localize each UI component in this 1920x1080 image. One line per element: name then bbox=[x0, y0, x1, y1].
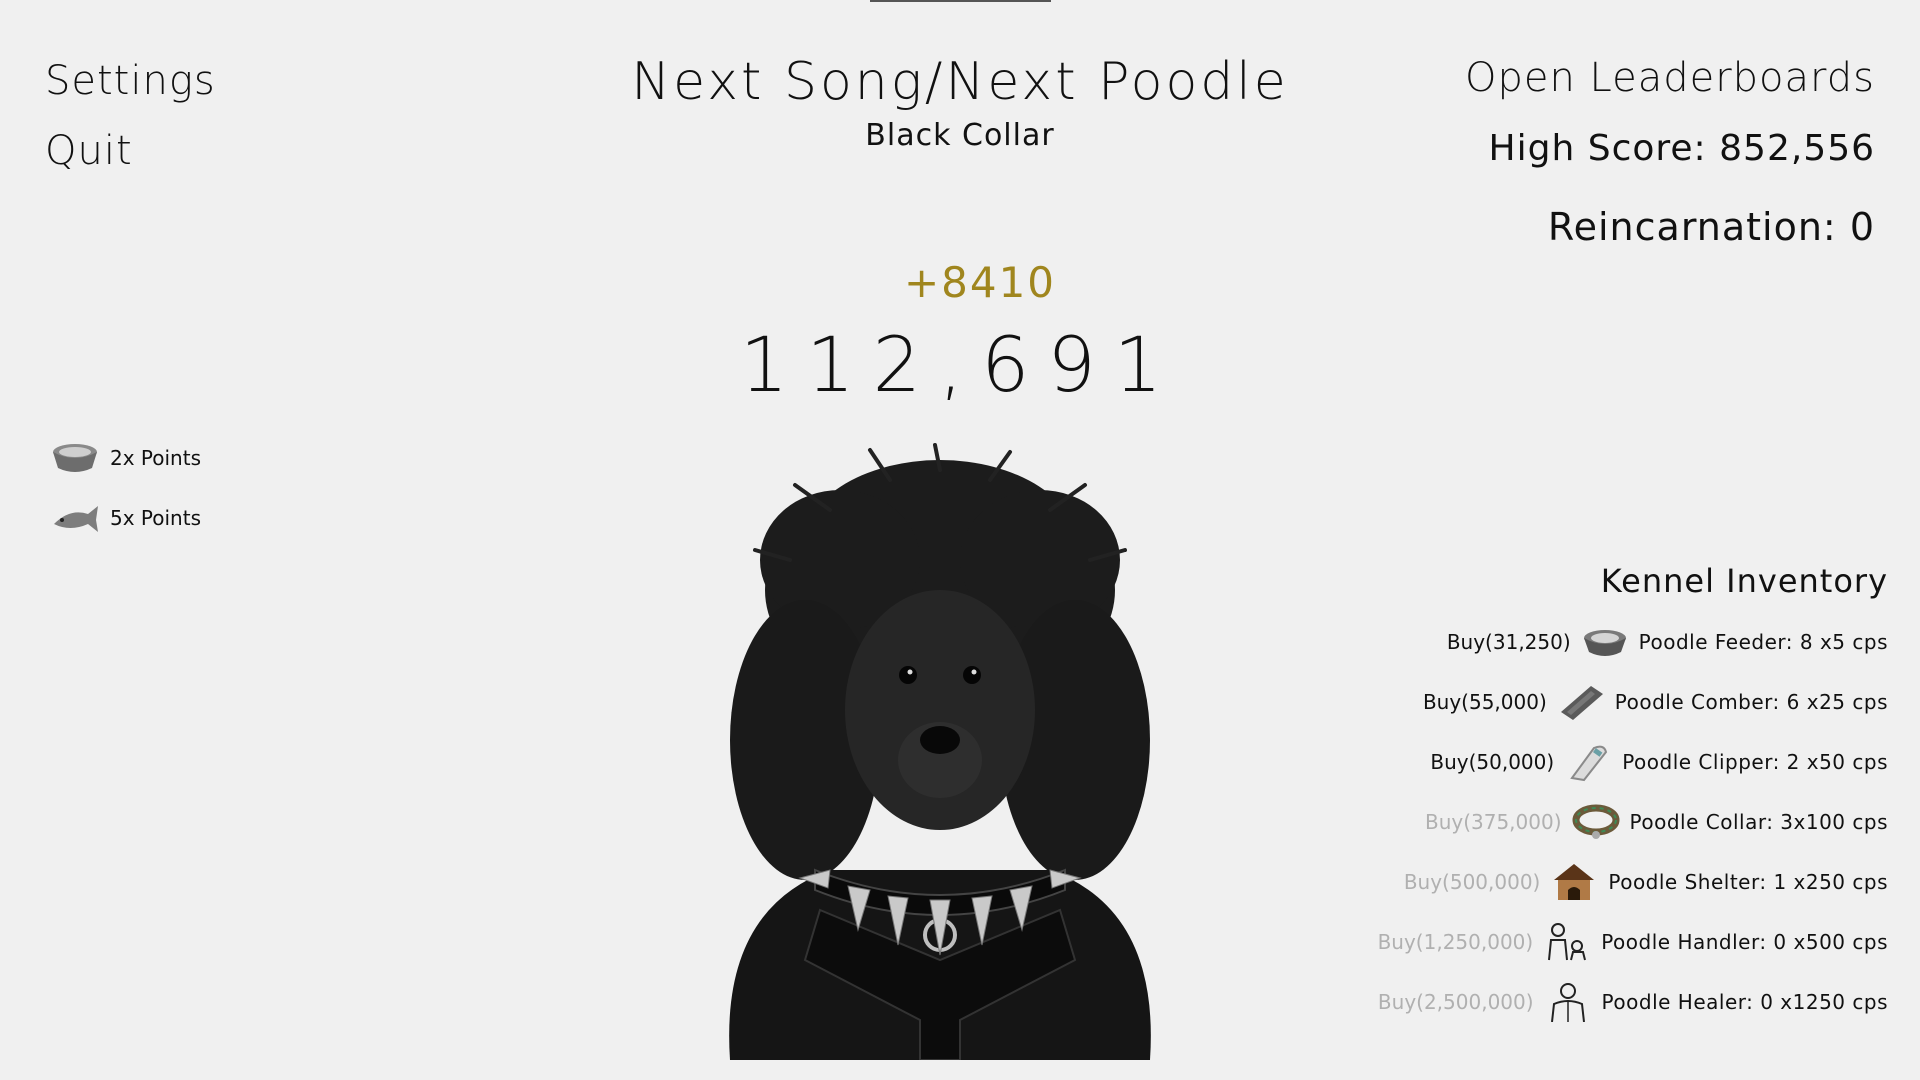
kennel-inventory: Buy(31,250) Poodle Feeder: 8 x5 cps Buy(… bbox=[1328, 612, 1888, 1032]
doghouse-icon bbox=[1554, 864, 1595, 900]
powerup-label: 5x Points bbox=[110, 506, 201, 530]
collar-icon bbox=[1572, 804, 1620, 839]
buy-healer-button[interactable]: Buy(2,500,000) bbox=[1378, 990, 1534, 1014]
powerup-2x-points[interactable]: 2x Points bbox=[50, 428, 201, 488]
kennel-item-desc: Poodle Feeder: 8 x5 cps bbox=[1638, 630, 1888, 654]
kennel-item-desc: Poodle Collar: 3x100 cps bbox=[1629, 810, 1888, 834]
kennel-item-clipper: Buy(50,000) Poodle Clipper: 2 x50 cps bbox=[1328, 732, 1888, 792]
reincarnation-count: Reincarnation: 0 bbox=[1547, 205, 1875, 249]
buy-shelter-button[interactable]: Buy(500,000) bbox=[1404, 870, 1541, 894]
score-counter: 112,691 bbox=[739, 320, 1181, 409]
kennel-item-desc: Poodle Handler: 0 x500 cps bbox=[1601, 930, 1888, 954]
feeder-bowl-icon bbox=[1583, 630, 1626, 656]
kennel-item-comber: Buy(55,000) Poodle Comber: 6 x25 cps bbox=[1328, 672, 1888, 732]
kennel-item-healer: Buy(2,500,000) Poodle Healer: 0 x1250 cp… bbox=[1328, 972, 1888, 1032]
comb-icon bbox=[1560, 686, 1603, 720]
next-song-button[interactable]: Next Song/Next Poodle bbox=[560, 52, 1360, 112]
poodle-image[interactable] bbox=[690, 440, 1190, 1060]
healer-icon bbox=[1550, 983, 1585, 1022]
powerup-label: 2x Points bbox=[110, 446, 201, 470]
kennel-item-handler: Buy(1,250,000) Poodle Handler: 0 x500 cp… bbox=[1328, 912, 1888, 972]
buy-comber-button[interactable]: Buy(55,000) bbox=[1423, 690, 1547, 714]
powerups-list: 2x Points 5x Points bbox=[50, 428, 201, 548]
kennel-item-desc: Poodle Healer: 0 x1250 cps bbox=[1601, 990, 1888, 1014]
kennel-item-desc: Poodle Clipper: 2 x50 cps bbox=[1622, 750, 1888, 774]
song-name: Black Collar bbox=[865, 118, 1055, 153]
kennel-item-desc: Poodle Shelter: 1 x250 cps bbox=[1608, 870, 1888, 894]
fish-icon bbox=[54, 506, 98, 532]
kennel-item-desc: Poodle Comber: 6 x25 cps bbox=[1614, 690, 1888, 714]
kennel-item-collar: Buy(375,000) Poodle Collar: 3x100 cps bbox=[1328, 792, 1888, 852]
buy-clipper-button[interactable]: Buy(50,000) bbox=[1430, 750, 1554, 774]
high-score: High Score: 852,556 bbox=[1488, 128, 1875, 169]
buy-feeder-button[interactable]: Buy(31,250) bbox=[1447, 630, 1571, 654]
handler-icon bbox=[1548, 923, 1587, 961]
settings-button[interactable]: Settings bbox=[45, 58, 216, 104]
score-gain: +8410 bbox=[903, 258, 1057, 307]
kennel-item-shelter: Buy(500,000) Poodle Shelter: 1 x250 cps bbox=[1328, 852, 1888, 912]
top-divider bbox=[870, 0, 1051, 2]
bowl-icon bbox=[53, 444, 97, 472]
quit-button[interactable]: Quit bbox=[45, 128, 133, 174]
kennel-item-feeder: Buy(31,250) Poodle Feeder: 8 x5 cps bbox=[1328, 612, 1888, 672]
clipper-icon bbox=[1570, 745, 1608, 782]
powerup-5x-points[interactable]: 5x Points bbox=[50, 488, 201, 548]
buy-collar-button[interactable]: Buy(375,000) bbox=[1425, 810, 1562, 834]
header: Next Song/Next Poodle Black Collar bbox=[560, 52, 1360, 153]
buy-handler-button[interactable]: Buy(1,250,000) bbox=[1378, 930, 1534, 954]
kennel-inventory-title: Kennel Inventory bbox=[1600, 562, 1888, 600]
open-leaderboards-button[interactable]: Open Leaderboards bbox=[1465, 55, 1875, 101]
